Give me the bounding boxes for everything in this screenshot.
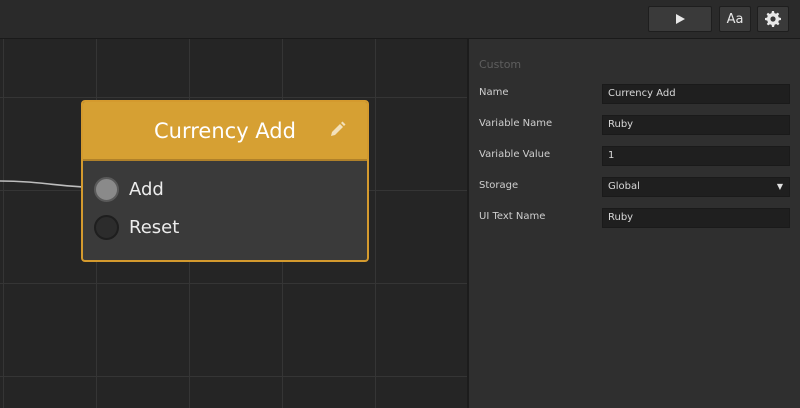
node-header[interactable]: Currency Add xyxy=(83,102,367,161)
font-button[interactable]: Aa xyxy=(719,6,751,32)
port-reset-label: Reset xyxy=(129,217,180,238)
port-reset-socket[interactable] xyxy=(94,215,119,240)
port-add[interactable]: Add xyxy=(94,177,164,202)
font-button-label: Aa xyxy=(726,11,744,27)
node-title: Currency Add xyxy=(154,118,296,143)
storage-label: Storage xyxy=(479,180,519,191)
name-label: Name xyxy=(479,87,509,98)
name-field[interactable]: Currency Add xyxy=(602,84,790,104)
dropdown-arrow-icon: ▼ xyxy=(776,182,783,191)
toolbar: Aa xyxy=(0,0,800,39)
port-reset[interactable]: Reset xyxy=(94,215,179,240)
ui-text-name-label: UI Text Name xyxy=(479,211,546,222)
port-add-socket[interactable] xyxy=(94,177,119,202)
storage-select[interactable]: Global ▼ xyxy=(602,177,790,197)
port-add-label: Add xyxy=(129,179,164,200)
ui-text-name-field[interactable]: Ruby xyxy=(602,208,790,228)
pencil-icon[interactable] xyxy=(327,120,347,140)
play-button[interactable] xyxy=(648,6,712,32)
graph-canvas[interactable]: Currency Add Add Reset xyxy=(0,39,467,408)
settings-button[interactable] xyxy=(757,6,789,32)
inspector-section-title: Custom xyxy=(479,58,522,71)
variable-value-field[interactable]: 1 xyxy=(602,146,790,166)
play-icon xyxy=(676,14,685,24)
variable-name-label: Variable Name xyxy=(479,118,553,129)
node-currency-add[interactable]: Currency Add Add Reset xyxy=(81,100,369,262)
storage-select-value: Global xyxy=(608,181,640,192)
variable-value-label: Variable Value xyxy=(479,149,551,160)
inspector-panel: Custom Name Currency Add Variable Name R… xyxy=(467,39,800,408)
gear-icon xyxy=(765,11,781,27)
variable-name-field[interactable]: Ruby xyxy=(602,115,790,135)
